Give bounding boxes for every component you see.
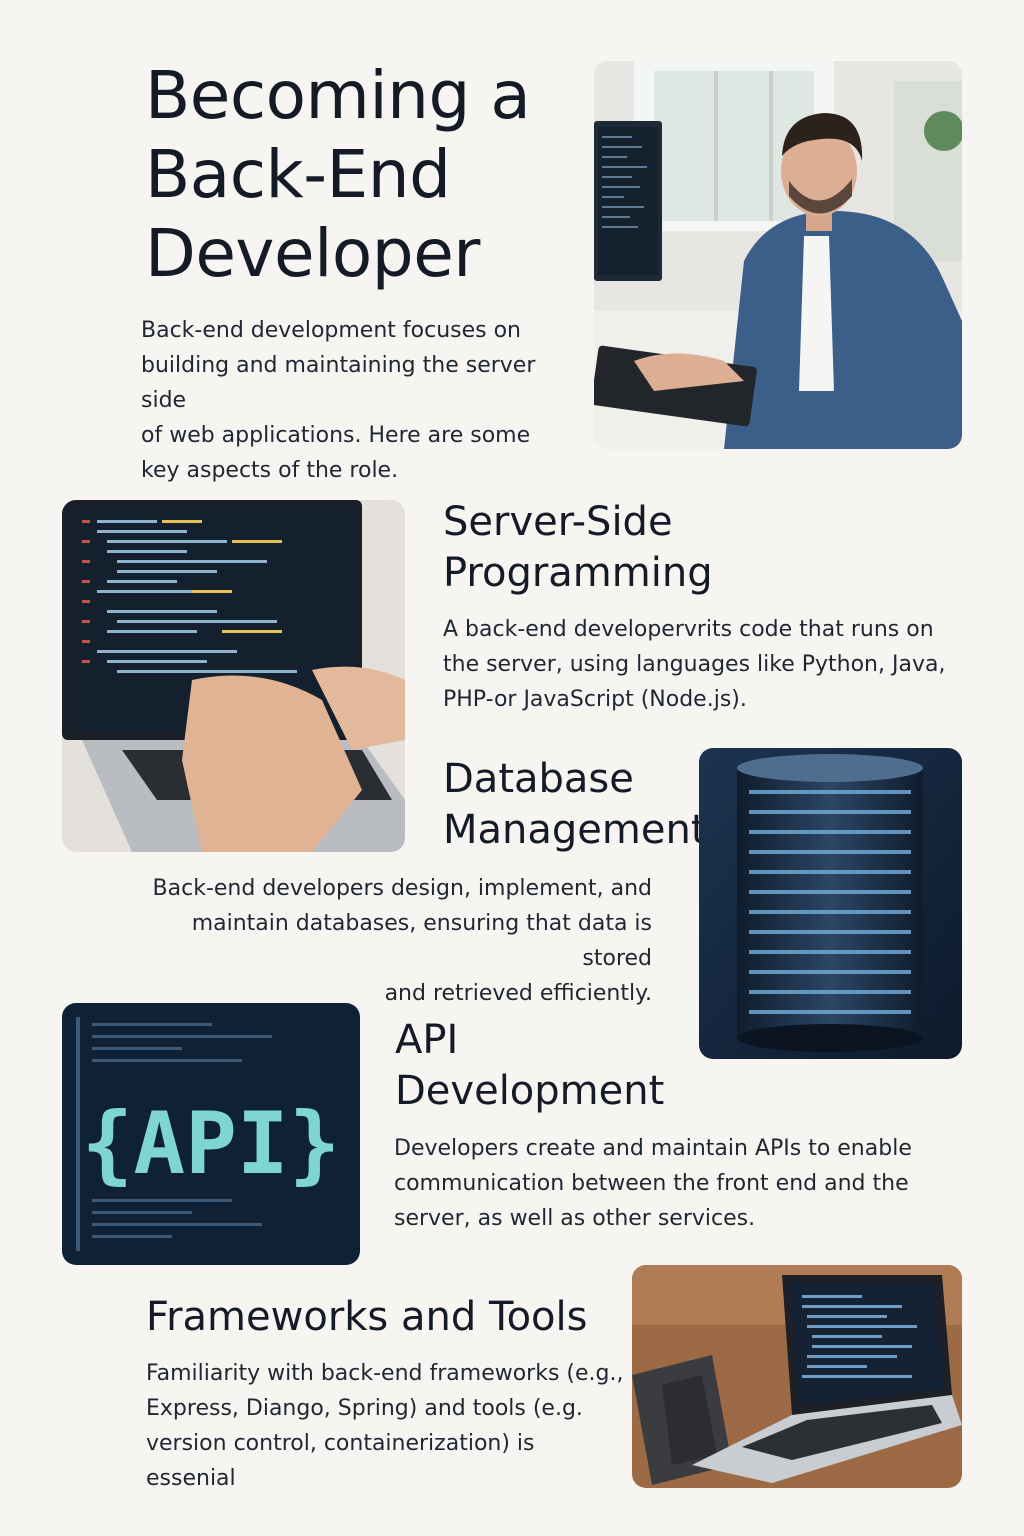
section-body-database: Back-end developers design, implement, a… <box>152 876 652 1006</box>
section-heading-api: API Development <box>395 1017 665 1114</box>
section-body-frameworks: Familiarity with back-end frameworks (e.… <box>146 1361 624 1491</box>
title-line: Developer <box>145 215 480 292</box>
title-line: Becoming a <box>145 57 531 134</box>
section-heading-frameworks: Frameworks and Tools <box>146 1294 588 1340</box>
section-heading-database: Database Management <box>443 756 707 853</box>
intro-paragraph: Back-end development focuses on building… <box>141 318 536 483</box>
section-heading-server-side: Server-Side Programming <box>443 499 713 596</box>
title-line: Back-End <box>145 136 451 213</box>
api-logo-text: {API} <box>82 1094 341 1194</box>
database-server-image <box>699 748 962 1059</box>
section-body-api: Developers create and maintain APIs to e… <box>394 1136 912 1231</box>
laptop-coding-photo <box>62 500 405 852</box>
laptop-desk-photo <box>632 1265 962 1488</box>
section-body-server-side: A back-end developervrits code that runs… <box>443 617 946 712</box>
developer-photo <box>594 61 962 449</box>
api-code-image: {API} <box>62 1003 360 1265</box>
page-title: Becoming a Back-End Developer <box>145 56 531 293</box>
